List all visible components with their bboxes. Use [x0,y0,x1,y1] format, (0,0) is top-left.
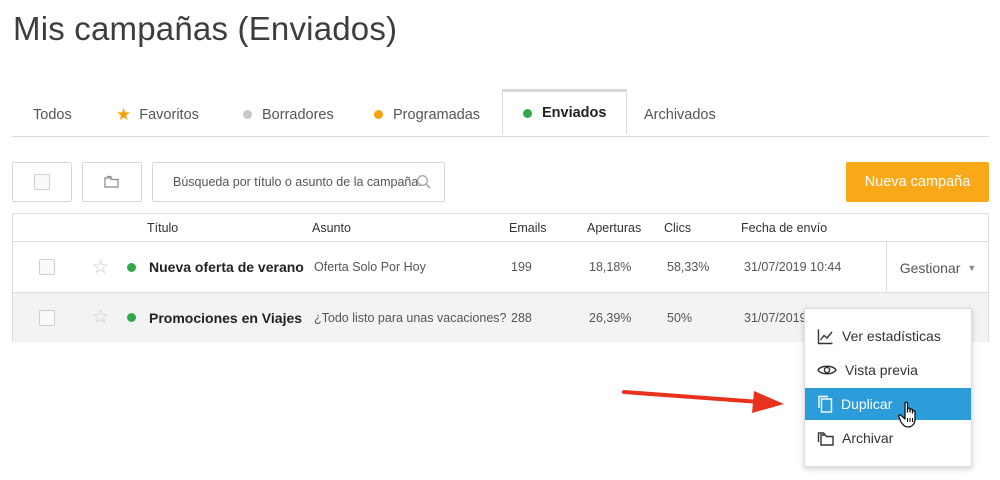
caret-down-icon: ▼ [967,262,977,273]
search-icon [416,174,431,189]
dot-icon [523,108,532,118]
tab-bar: Todos ★ Favoritos Borradores Programadas… [12,89,989,137]
campaign-clicks: 58,33% [667,260,710,274]
dot-icon [243,110,252,119]
status-dot-icon [127,262,136,272]
new-campaign-button[interactable]: Nueva campaña [846,162,989,202]
col-sent-date[interactable]: Fecha de envío [741,221,827,235]
row-checkbox[interactable] [39,259,55,275]
col-emails[interactable]: Emails [509,221,547,235]
menu-item-label: Ver estadísticas [842,328,941,344]
row-checkbox[interactable] [39,309,55,326]
dot-icon [374,110,383,119]
star-icon[interactable]: ☆ [92,306,109,329]
menu-item-label: Duplicar [841,396,893,412]
star-icon: ★ [116,105,132,124]
tab-todos[interactable]: Todos [33,92,72,137]
table-header: Título Asunto Emails Aperturas Clics Fec… [13,214,988,242]
page-title: Mis campañas (Enviados) [13,10,398,47]
tab-borradores[interactable]: Borradores [243,92,334,137]
star-icon[interactable]: ☆ [92,256,109,279]
tab-label: Programadas [393,106,481,123]
folder-icon [104,175,119,188]
campaign-sent-date: 31/07/2019 [744,310,807,325]
tab-label: Archivados [644,106,716,123]
select-all-button[interactable] [12,162,72,202]
status-dot-icon [127,313,136,322]
manage-label: Gestionar [899,259,961,276]
campaign-clicks: 50% [667,310,693,325]
col-opens[interactable]: Aperturas [587,221,641,235]
hand-cursor-icon [898,401,916,428]
tab-label: Borradores [262,106,334,123]
campaign-title[interactable]: Promociones en Viajes [149,293,302,342]
search-placeholder: Búsqueda por título o asunto de la campa… [173,175,422,189]
menu-item-label: Vista previa [845,362,918,378]
campaign-subject: Oferta Solo Por Hoy [314,260,426,274]
manage-button[interactable]: Gestionar ▼ [886,242,989,293]
menu-item-ver-estadisticas[interactable]: Ver estadísticas [805,320,971,352]
col-subject[interactable]: Asunto [312,221,351,235]
menu-item-vista-previa[interactable]: Vista previa [805,354,971,386]
col-clicks[interactable]: Clics [664,221,691,235]
campaign-opens: 26,39% [589,310,632,325]
chart-icon [817,329,833,344]
menu-item-label: Archivar [842,430,894,446]
tab-label: Enviados [542,105,607,121]
campaign-emails: 288 [511,310,532,325]
campaign-title[interactable]: Nueva oferta de verano [149,242,304,292]
manage-dropdown-menu: Ver estadísticas Vista previa Duplicar A… [804,308,972,467]
campaign-opens: 18,18% [589,260,632,274]
table-row[interactable]: ☆ Nueva oferta de verano Oferta Solo Por… [13,242,988,293]
eye-icon [817,365,837,375]
tab-archivados[interactable]: Archivados [644,92,716,137]
tab-favoritos[interactable]: ★ Favoritos [116,92,199,137]
select-all-checkbox[interactable] [34,174,50,190]
menu-item-duplicar[interactable]: Duplicar [805,388,971,420]
campaign-emails: 199 [511,260,532,274]
archive-icon [817,431,834,446]
tab-enviados[interactable]: Enviados [502,89,628,135]
menu-item-archivar[interactable]: Archivar [805,422,971,454]
search-input[interactable]: Búsqueda por título o asunto de la campa… [152,162,445,202]
tab-programadas[interactable]: Programadas [374,92,480,137]
tab-label: Todos [33,106,72,123]
col-title[interactable]: Título [147,221,178,235]
folder-button[interactable] [82,162,142,202]
copy-icon [818,395,833,413]
annotation-arrow-icon [622,390,784,413]
tab-label: Favoritos [139,106,199,123]
campaign-subject: ¿Todo listo para unas vacaciones? [314,310,507,325]
campaign-sent-date: 31/07/2019 10:44 [744,260,842,274]
